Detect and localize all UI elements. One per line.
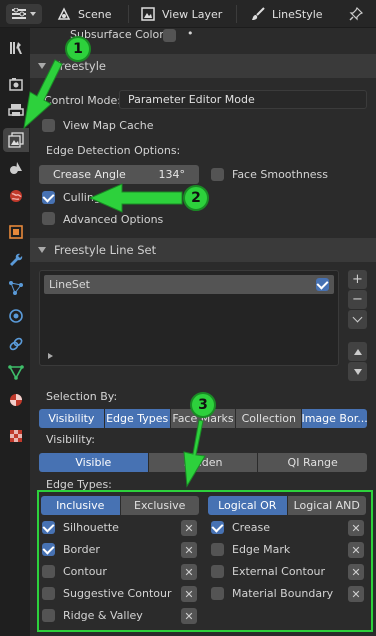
annotation-arrows — [23, 59, 206, 488]
arrow-3 — [183, 419, 206, 488]
arrow-2 — [88, 183, 183, 213]
arrow-1 — [23, 59, 63, 130]
